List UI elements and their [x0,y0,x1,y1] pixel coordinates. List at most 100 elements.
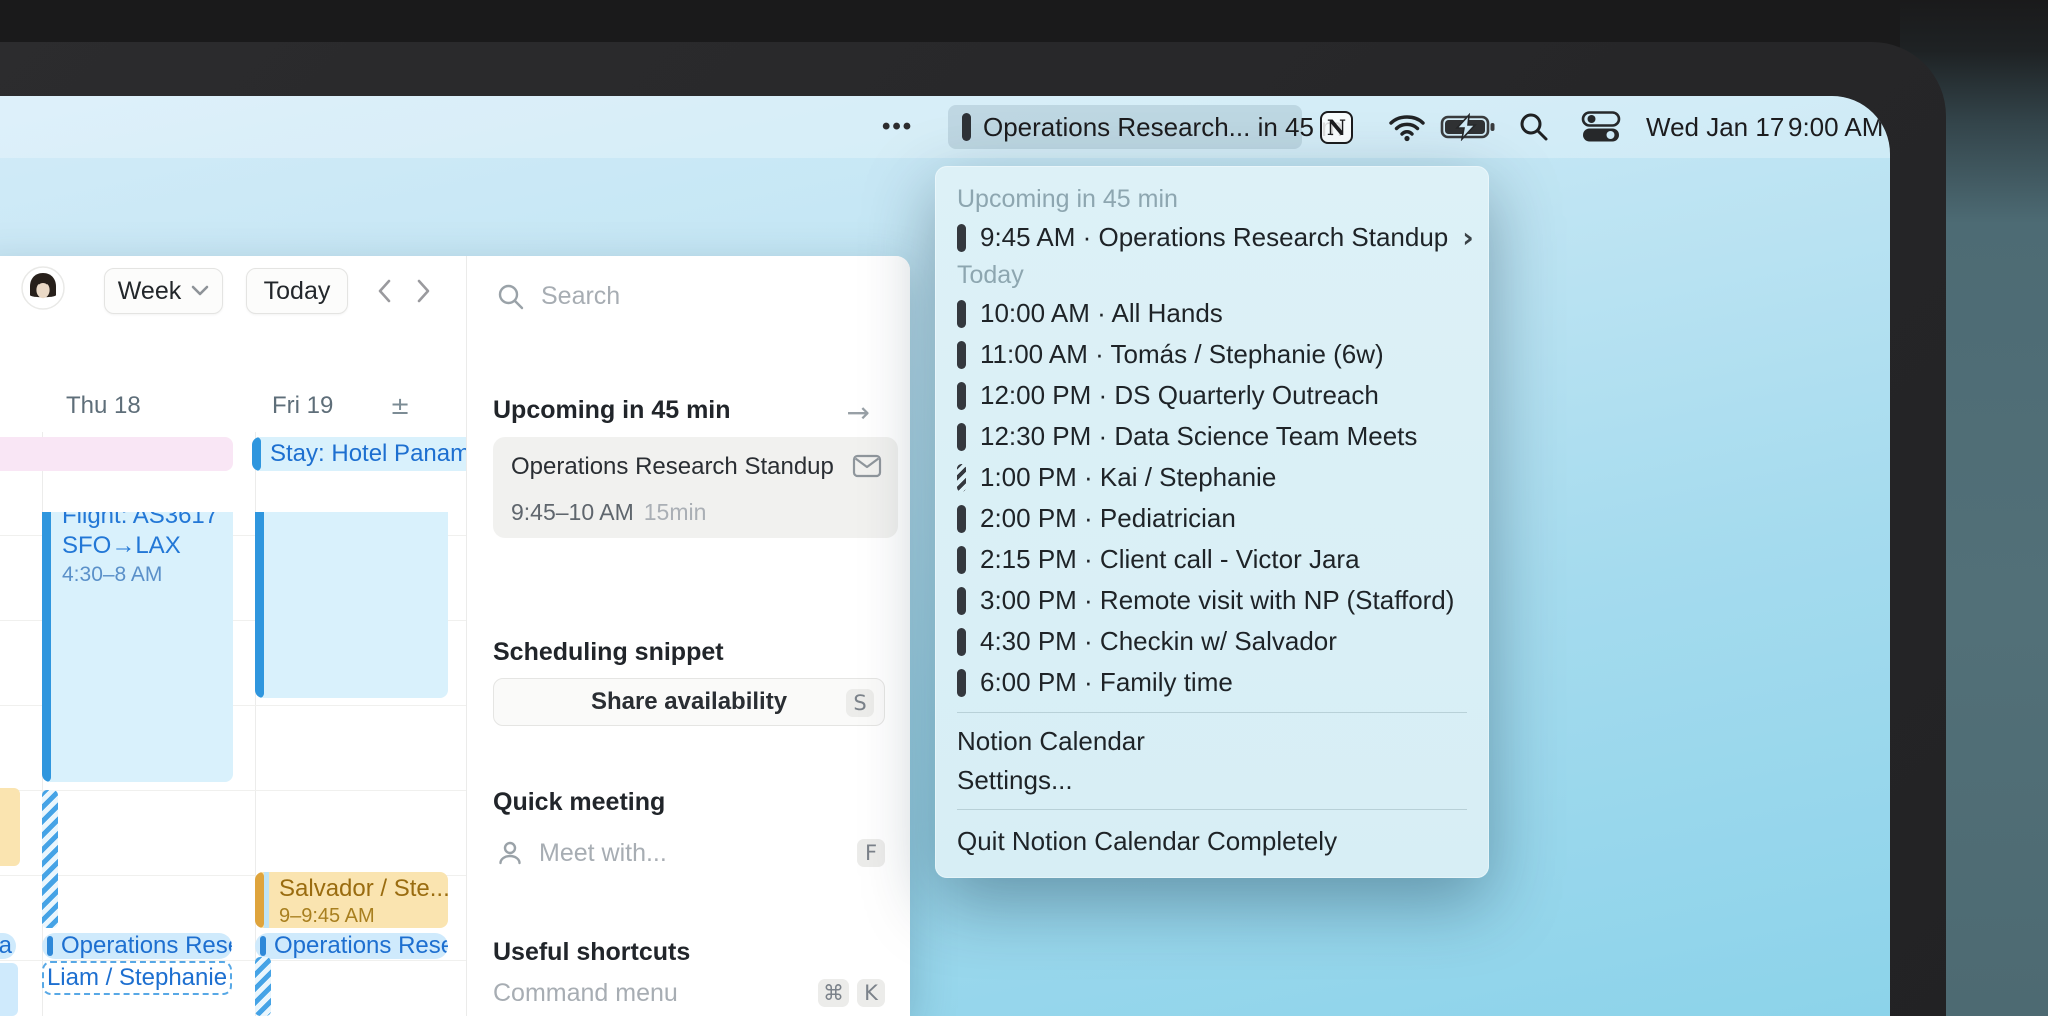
event-color-bar [260,936,266,956]
event-time: 9–9:45 AM [279,905,375,927]
email-icon[interactable] [852,453,882,484]
dropdown-event-item[interactable]: 3:00 PM · Remote visit with NP (Stafford… [957,580,1467,621]
dropdown-event-item[interactable]: 2:00 PM · Pediatrician [957,498,1467,539]
prev-week-button[interactable] [372,278,398,304]
view-selector-label: Week [117,276,182,305]
event-color-bar [957,340,966,369]
share-availability-label: Share availability [590,688,788,715]
menu-bar-date[interactable]: Wed Jan 17 [1646,96,1784,158]
share-availability-button[interactable]: Share availability S [493,678,885,726]
chevron-down-icon [191,285,209,296]
menu-bar-calendar-label: Operations Research... in 45 m [983,111,1343,142]
event-wed-blue-cut[interactable] [0,963,18,1016]
event-label: 2:00 PM · Pediatrician [980,503,1236,534]
wifi-status-item[interactable] [1388,96,1426,158]
menu-bar-more-item[interactable]: ••• [882,96,913,158]
menu-item-notion-calendar[interactable]: Notion Calendar [957,722,1467,761]
event-ops-research-fri[interactable]: Operations Resea [255,933,448,959]
battery-charging-icon [1440,113,1495,141]
event-color-bar [957,422,966,451]
event-salvador[interactable]: Salvador / Ste... 9–9:45 AM [255,872,448,928]
event-label: 6:00 PM · Family time [980,667,1233,698]
dropdown-event-item[interactable]: 6:00 PM · Family time [957,662,1467,703]
hour-gridline [0,790,466,791]
avatar[interactable] [21,266,65,310]
next-week-button[interactable] [410,278,436,304]
event-label: 3:00 PM · Remote visit with NP (Stafford… [980,585,1455,616]
menu-bar-calendar-item[interactable]: Operations Research... in 45 m [948,105,1343,149]
menu-bar-dropdown: Upcoming in 45 min 9:45 AM · Operations … [935,166,1489,878]
event-title: Salvador / Ste... [279,875,448,902]
event-color-bar [957,223,966,252]
event-label: 9:45 AM · Operations Research Standup [980,222,1449,253]
desktop-screen: ••• Operations Research... in 45 m N Wed… [0,96,1890,1016]
arrow-right-icon[interactable]: → [847,396,870,429]
card-event-time: 9:45–10 AM [511,499,634,525]
day-header-fri[interactable]: Fri 19 [272,392,333,420]
shortcut-key-k: K [857,979,885,1007]
event-flight[interactable]: Flight: AS3617 SFO→LAX 4:30–8 AM [42,512,233,782]
event-color-bar [957,586,966,615]
day-header-thu[interactable]: Thu 18 [66,392,141,420]
time-grid[interactable]: Flight: AS3617 SFO→LAX 4:30–8 AM Salvado… [0,512,466,1016]
event-label: 10:00 AM · All Hands [980,298,1223,329]
battery-status-item[interactable] [1440,96,1498,158]
event-color-bar [957,381,966,410]
event-ops-research-thu[interactable]: Operations Resea [42,933,232,959]
notion-menu-bar-item[interactable]: N [1320,96,1353,158]
search-input[interactable]: Search [497,282,620,311]
event-color-bar [42,512,51,782]
dropdown-event-item[interactable]: 10:00 AM · All Hands [957,293,1467,334]
event-color-bar [957,668,966,697]
search-icon [498,284,524,309]
today-button[interactable]: Today [246,268,348,314]
upcoming-event-card[interactable]: Operations Research Standup 9:45–10 AM 15… [493,437,898,538]
dropdown-upcoming-event[interactable]: 9:45 AM · Operations Research Standup › [957,217,1474,258]
today-button-label: Today [263,276,331,305]
event-hatched-ribbon[interactable] [42,790,58,928]
event-color-bar [957,299,966,328]
meet-with-input[interactable]: Meet with... F [497,836,885,870]
menu-item-settings[interactable]: Settings... [957,761,1467,800]
event-label: 2:15 PM · Client call - Victor Jara [980,544,1360,575]
event-fri-block[interactable] [255,512,448,698]
meet-with-placeholder: Meet with... [539,838,667,867]
dropdown-event-item[interactable]: 12:00 PM · DS Quarterly Outreach [957,375,1467,416]
event-liam-stephanie[interactable]: Liam / Stephanie [42,961,232,995]
event-hatched-ribbon[interactable] [255,957,271,1016]
control-center-menu-item[interactable] [1580,96,1622,158]
notion-n-icon: N [1320,110,1353,144]
menu-divider [957,809,1467,811]
event-label: 12:30 PM · Data Science Team Meets [980,421,1418,452]
event-color-bar [957,504,966,533]
dropdown-event-item[interactable]: 11:00 AM · Tomás / Stephanie (6w) [957,334,1467,375]
dropdown-event-item[interactable]: 4:30 PM · Checkin w/ Salvador [957,621,1467,662]
command-menu-shortcut-row[interactable]: Command menu ⌘ K [493,978,885,1008]
dropdown-section-header: Today [957,261,1024,290]
macos-menu-bar: ••• Operations Research... in 45 m N Wed… [0,96,1890,158]
event-title: Stay: Hotel Panamer [270,440,466,467]
allday-expand-icon[interactable]: ± [390,392,410,420]
event-color-bar [47,936,53,956]
dropdown-section-header: Upcoming in 45 min [957,185,1178,214]
dropdown-event-item[interactable]: 1:00 PM · Kai / Stephanie [957,457,1467,498]
event-label: 11:00 AM · Tomás / Stephanie (6w) [980,339,1384,370]
event-ops-wed-cut[interactable]: ea [0,933,16,959]
shortcuts-heading: Useful shortcuts [493,938,691,966]
event-stay-hotel[interactable]: Stay: Hotel Panamer [252,437,466,471]
view-selector-button[interactable]: Week [104,268,223,314]
spotlight-menu-item[interactable] [1518,96,1550,158]
dropdown-event-item[interactable]: 12:30 PM · Data Science Team Meets [957,416,1467,457]
event-color-sliver [264,872,269,928]
event-allday-pink[interactable] [0,437,233,471]
event-title: Flight: AS3617 [62,512,219,529]
chevron-left-icon [378,279,391,303]
menu-bar-clock[interactable]: 9:00 AM [1788,96,1883,158]
event-wed-yellow-cut[interactable] [0,788,20,866]
chevron-right-icon: › [1462,221,1474,255]
menu-item-quit[interactable]: Quit Notion Calendar Completely [957,819,1467,864]
wifi-icon [1389,115,1425,142]
shortcut-key-s: S [846,689,874,717]
dropdown-event-item[interactable]: 2:15 PM · Client call - Victor Jara [957,539,1467,580]
event-label: 4:30 PM · Checkin w/ Salvador [980,626,1337,657]
